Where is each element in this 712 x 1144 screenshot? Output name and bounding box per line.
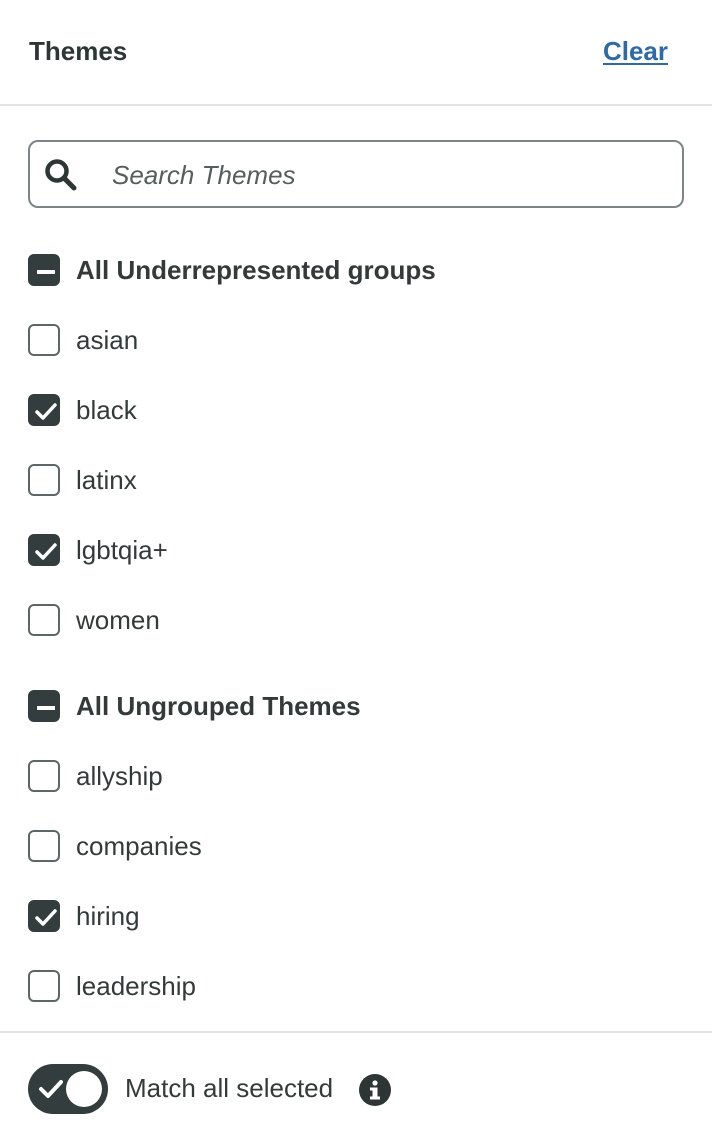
theme-option-hiring[interactable]: hiring (28, 896, 140, 936)
clear-link[interactable]: Clear (603, 36, 668, 67)
checkbox-unchecked-icon[interactable] (28, 760, 60, 792)
theme-option-asian[interactable]: asian (28, 320, 138, 360)
match-all-toggle[interactable] (28, 1064, 108, 1114)
checkbox-unchecked-icon[interactable] (28, 970, 60, 1002)
footer-divider (0, 1031, 712, 1033)
group-checkbox-underrepresented[interactable]: All Underrepresented groups (28, 250, 436, 290)
option-label: black (76, 394, 137, 425)
theme-option-allyship[interactable]: allyship (28, 756, 163, 796)
indeterminate-checkbox-icon[interactable] (28, 690, 60, 722)
option-label: latinx (76, 464, 137, 495)
option-label: lgbtqia+ (76, 534, 168, 565)
indeterminate-checkbox-icon[interactable] (28, 254, 60, 286)
option-label: companies (76, 830, 202, 861)
theme-option-lgbtqia[interactable]: lgbtqia+ (28, 530, 168, 570)
search-input[interactable] (110, 152, 654, 198)
search-icon (45, 159, 77, 191)
option-label: leadership (76, 970, 196, 1001)
option-label: women (76, 604, 160, 635)
theme-option-latinx[interactable]: latinx (28, 460, 137, 500)
toggle-knob (66, 1071, 102, 1107)
group-label: All Underrepresented groups (76, 254, 436, 285)
theme-option-companies[interactable]: companies (28, 826, 202, 866)
checkbox-unchecked-icon[interactable] (28, 324, 60, 356)
themes-filter-panel: Themes Clear All Underrepresented groups… (0, 0, 712, 1144)
option-label: allyship (76, 760, 163, 791)
checkbox-checked-icon[interactable] (28, 394, 60, 426)
theme-option-women[interactable]: women (28, 600, 160, 640)
checkbox-unchecked-icon[interactable] (28, 464, 60, 496)
panel-title: Themes (29, 36, 128, 66)
checkbox-checked-icon[interactable] (28, 534, 60, 566)
group-checkbox-ungrouped[interactable]: All Ungrouped Themes (28, 686, 361, 726)
match-all-label: Match all selected (125, 1073, 334, 1103)
panel-header: Themes Clear (0, 0, 712, 106)
theme-option-leadership[interactable]: leadership (28, 966, 196, 1006)
info-icon[interactable] (358, 1073, 392, 1107)
checkbox-unchecked-icon[interactable] (28, 830, 60, 862)
theme-option-black[interactable]: black (28, 390, 137, 430)
search-field[interactable] (28, 140, 684, 208)
option-label: asian (76, 324, 139, 355)
checkbox-checked-icon[interactable] (28, 900, 60, 932)
option-label: hiring (76, 900, 140, 931)
group-label: All Ungrouped Themes (76, 690, 361, 721)
checkbox-unchecked-icon[interactable] (28, 604, 60, 636)
check-icon (39, 1080, 63, 1098)
